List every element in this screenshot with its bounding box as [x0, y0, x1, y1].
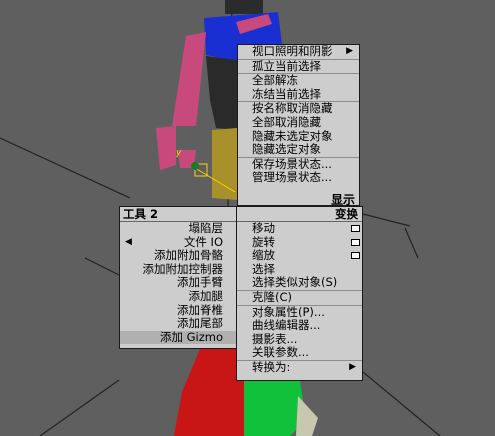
quad-header-transform: 变换 [237, 207, 362, 222]
axis-gizmo-handle [191, 162, 199, 170]
menu-item-manage-scene-states[interactable]: 管理场景状态... [238, 171, 359, 185]
quad-header-tools2: 工具 2 [120, 207, 237, 222]
display-quad-menu: 视口照明和阴影 ▶ 孤立当前选择 全部解冻 冻结当前选择 按名称取消隐藏 全部取… [237, 44, 360, 207]
menu-item-curve-editor[interactable]: 曲线编辑器... [237, 318, 362, 333]
menu-item-unfreeze-all[interactable]: 全部解冻 [238, 73, 359, 88]
menu-item-label: 添加脊椎 [177, 302, 223, 317]
settings-box-icon[interactable] [351, 238, 360, 246]
menu-item-add-extra-controllers[interactable]: 添加附加控制器 [120, 261, 237, 277]
menu-item-isolate-selection[interactable]: 孤立当前选择 [238, 58, 359, 74]
menu-item-file-io[interactable]: ◀ 文件 IO [120, 234, 237, 250]
menu-item-hide-unselected[interactable]: 隐藏未选定对象 [238, 128, 359, 144]
menu-item-label: 管理场景状态... [252, 170, 332, 185]
menu-item-label: 文件 IO [183, 234, 223, 249]
menu-item-label: 保存场景状态... [252, 156, 332, 171]
menu-item-label: 缩放 [252, 248, 275, 263]
menu-item-label: 添加手臂 [177, 275, 223, 290]
menu-item-label: 添加腿 [188, 288, 224, 303]
menu-item-label: 克隆(C) [252, 289, 293, 304]
menu-item-add-spine[interactable]: 添加脊椎 [120, 302, 237, 318]
menu-item-label: 关联参数... [252, 345, 309, 360]
menu-item-label: 添加附加控制器 [142, 261, 224, 276]
menu-item-label: 选择 [252, 261, 275, 276]
menu-item-add-gizmo[interactable]: 添加 Gizmo [120, 329, 237, 345]
menu-item-label: 塌陷层 [188, 221, 224, 235]
menu-item-label: 选择类似对象(S) [252, 275, 338, 290]
pelvis [212, 128, 237, 200]
menu-item-label: 添加附加骨骼 [154, 248, 223, 263]
menu-item-dope-sheet[interactable]: 摄影表... [237, 331, 362, 347]
menu-item-label: 全部取消隐藏 [252, 114, 321, 129]
menu-item-label: 旋转 [252, 234, 275, 249]
menu-item-label: 冻结当前选择 [252, 86, 321, 101]
menu-item-label: 移动 [252, 221, 275, 235]
menu-item-label: 添加 Gizmo [159, 329, 223, 344]
menu-item-label: 视口照明和阴影 [252, 44, 333, 58]
menu-item-add-arm[interactable]: 添加手臂 [120, 276, 237, 290]
menu-item-select[interactable]: 选择 [237, 261, 362, 277]
axis-label-y: y [175, 148, 182, 158]
menu-item-add-extra-bones[interactable]: 添加附加骨骼 [120, 248, 237, 263]
quad-header-display: 显示 [330, 193, 355, 207]
menu-item-move[interactable]: 移动 [237, 221, 362, 236]
menu-item-add-tail[interactable]: 添加尾部 [120, 316, 237, 331]
menu-item-collapse-layers[interactable]: 塌陷层 [120, 221, 237, 236]
menu-item-label: 隐藏选定对象 [252, 142, 321, 157]
menu-item-convert-to[interactable]: 转换为: ▶ [237, 359, 362, 375]
submenu-arrow-icon: ▶ [349, 361, 356, 372]
menu-item-label: 曲线编辑器... [252, 318, 321, 333]
menu-item-hide-selection[interactable]: 隐藏选定对象 [238, 142, 359, 157]
menu-item-label: 转换为: [252, 359, 291, 374]
menu-item-scale[interactable]: 缩放 [237, 248, 362, 263]
menu-item-viewport-lighting[interactable]: 视口照明和阴影 ▶ [238, 44, 359, 59]
menu-item-label: 孤立当前选择 [252, 58, 321, 73]
submenu-arrow-icon: ◀ [125, 236, 132, 247]
menu-item-label: 添加尾部 [177, 316, 223, 331]
menu-item-add-leg[interactable]: 添加腿 [120, 288, 237, 304]
menu-item-label: 摄影表... [252, 331, 298, 346]
transform-quad-menu: 变换 移动 旋转 缩放 选择 选择类似对象(S) 克隆(C) 对象属性(P)..… [236, 206, 363, 381]
menu-item-clone[interactable]: 克隆(C) [237, 289, 362, 305]
menu-item-label: 按名称取消隐藏 [252, 101, 333, 116]
menu-item-unhide-by-name[interactable]: 按名称取消隐藏 [238, 101, 359, 116]
tools2-quad-menu: 工具 2 塌陷层 ◀ 文件 IO 添加附加骨骼 添加附加控制器 添加手臂 添加腿… [119, 206, 237, 349]
head [225, 0, 263, 14]
settings-box-icon[interactable] [351, 225, 360, 232]
menu-item-label: 对象属性(P)... [252, 304, 325, 319]
menu-item-save-scene-state[interactable]: 保存场景状态... [238, 156, 359, 172]
menu-item-wire-parameters[interactable]: 关联参数... [237, 346, 362, 360]
menu-item-label: 隐藏未选定对象 [252, 128, 333, 143]
menu-item-rotate[interactable]: 旋转 [237, 234, 362, 250]
menu-item-select-similar[interactable]: 选择类似对象(S) [237, 276, 362, 290]
menu-item-unhide-all[interactable]: 全部取消隐藏 [238, 114, 359, 130]
menu-item-freeze-selection[interactable]: 冻结当前选择 [238, 86, 359, 102]
menu-item-label: 全部解冻 [252, 73, 298, 88]
menu-item-object-properties[interactable]: 对象属性(P)... [237, 304, 362, 320]
submenu-arrow-icon: ▶ [346, 46, 353, 56]
settings-box-icon[interactable] [351, 252, 360, 260]
